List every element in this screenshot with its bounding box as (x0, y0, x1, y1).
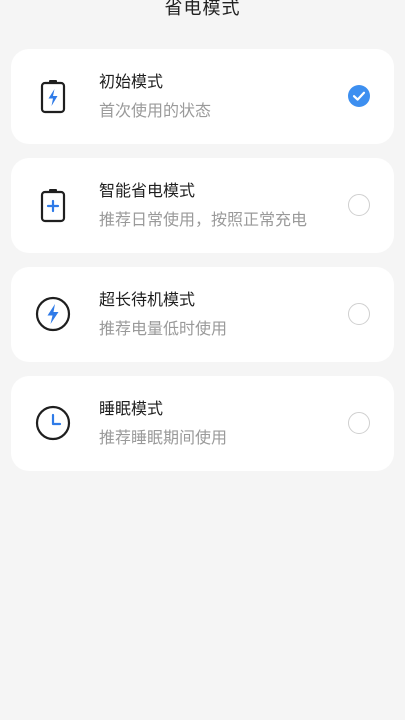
clock-icon (35, 405, 71, 441)
mode-radio[interactable] (348, 303, 370, 325)
mode-title: 超长待机模式 (99, 290, 196, 309)
mode-card-sleep[interactable]: 睡眠模式 推荐睡眠期间使用 (11, 376, 394, 471)
page-title: 省电模式 (164, 0, 241, 19)
mode-card-smart[interactable]: 智能省电模式 推荐日常使用，按照正常充电 (11, 158, 394, 253)
mode-title: 初始模式 (99, 72, 164, 91)
mode-subtitle: 首次使用的状态 (99, 101, 212, 120)
mode-card-initial[interactable]: 初始模式 首次使用的状态 (11, 49, 394, 144)
mode-title: 智能省电模式 (99, 181, 196, 200)
battery-bolt-icon (35, 78, 71, 114)
mode-radio-selected[interactable] (348, 85, 370, 107)
mode-subtitle: 推荐日常使用，按照正常充电 (99, 210, 308, 229)
check-icon (352, 91, 366, 101)
battery-plus-icon (35, 187, 71, 223)
mode-title: 睡眠模式 (99, 399, 164, 418)
mode-radio[interactable] (348, 194, 370, 216)
mode-subtitle: 推荐睡眠期间使用 (99, 428, 228, 447)
mode-radio[interactable] (348, 412, 370, 434)
mode-card-long-standby[interactable]: 超长待机模式 推荐电量低时使用 (11, 267, 394, 362)
mode-subtitle: 推荐电量低时使用 (99, 319, 228, 338)
bolt-circle-icon (35, 296, 71, 332)
top-header: 省电模式 (0, 0, 405, 22)
